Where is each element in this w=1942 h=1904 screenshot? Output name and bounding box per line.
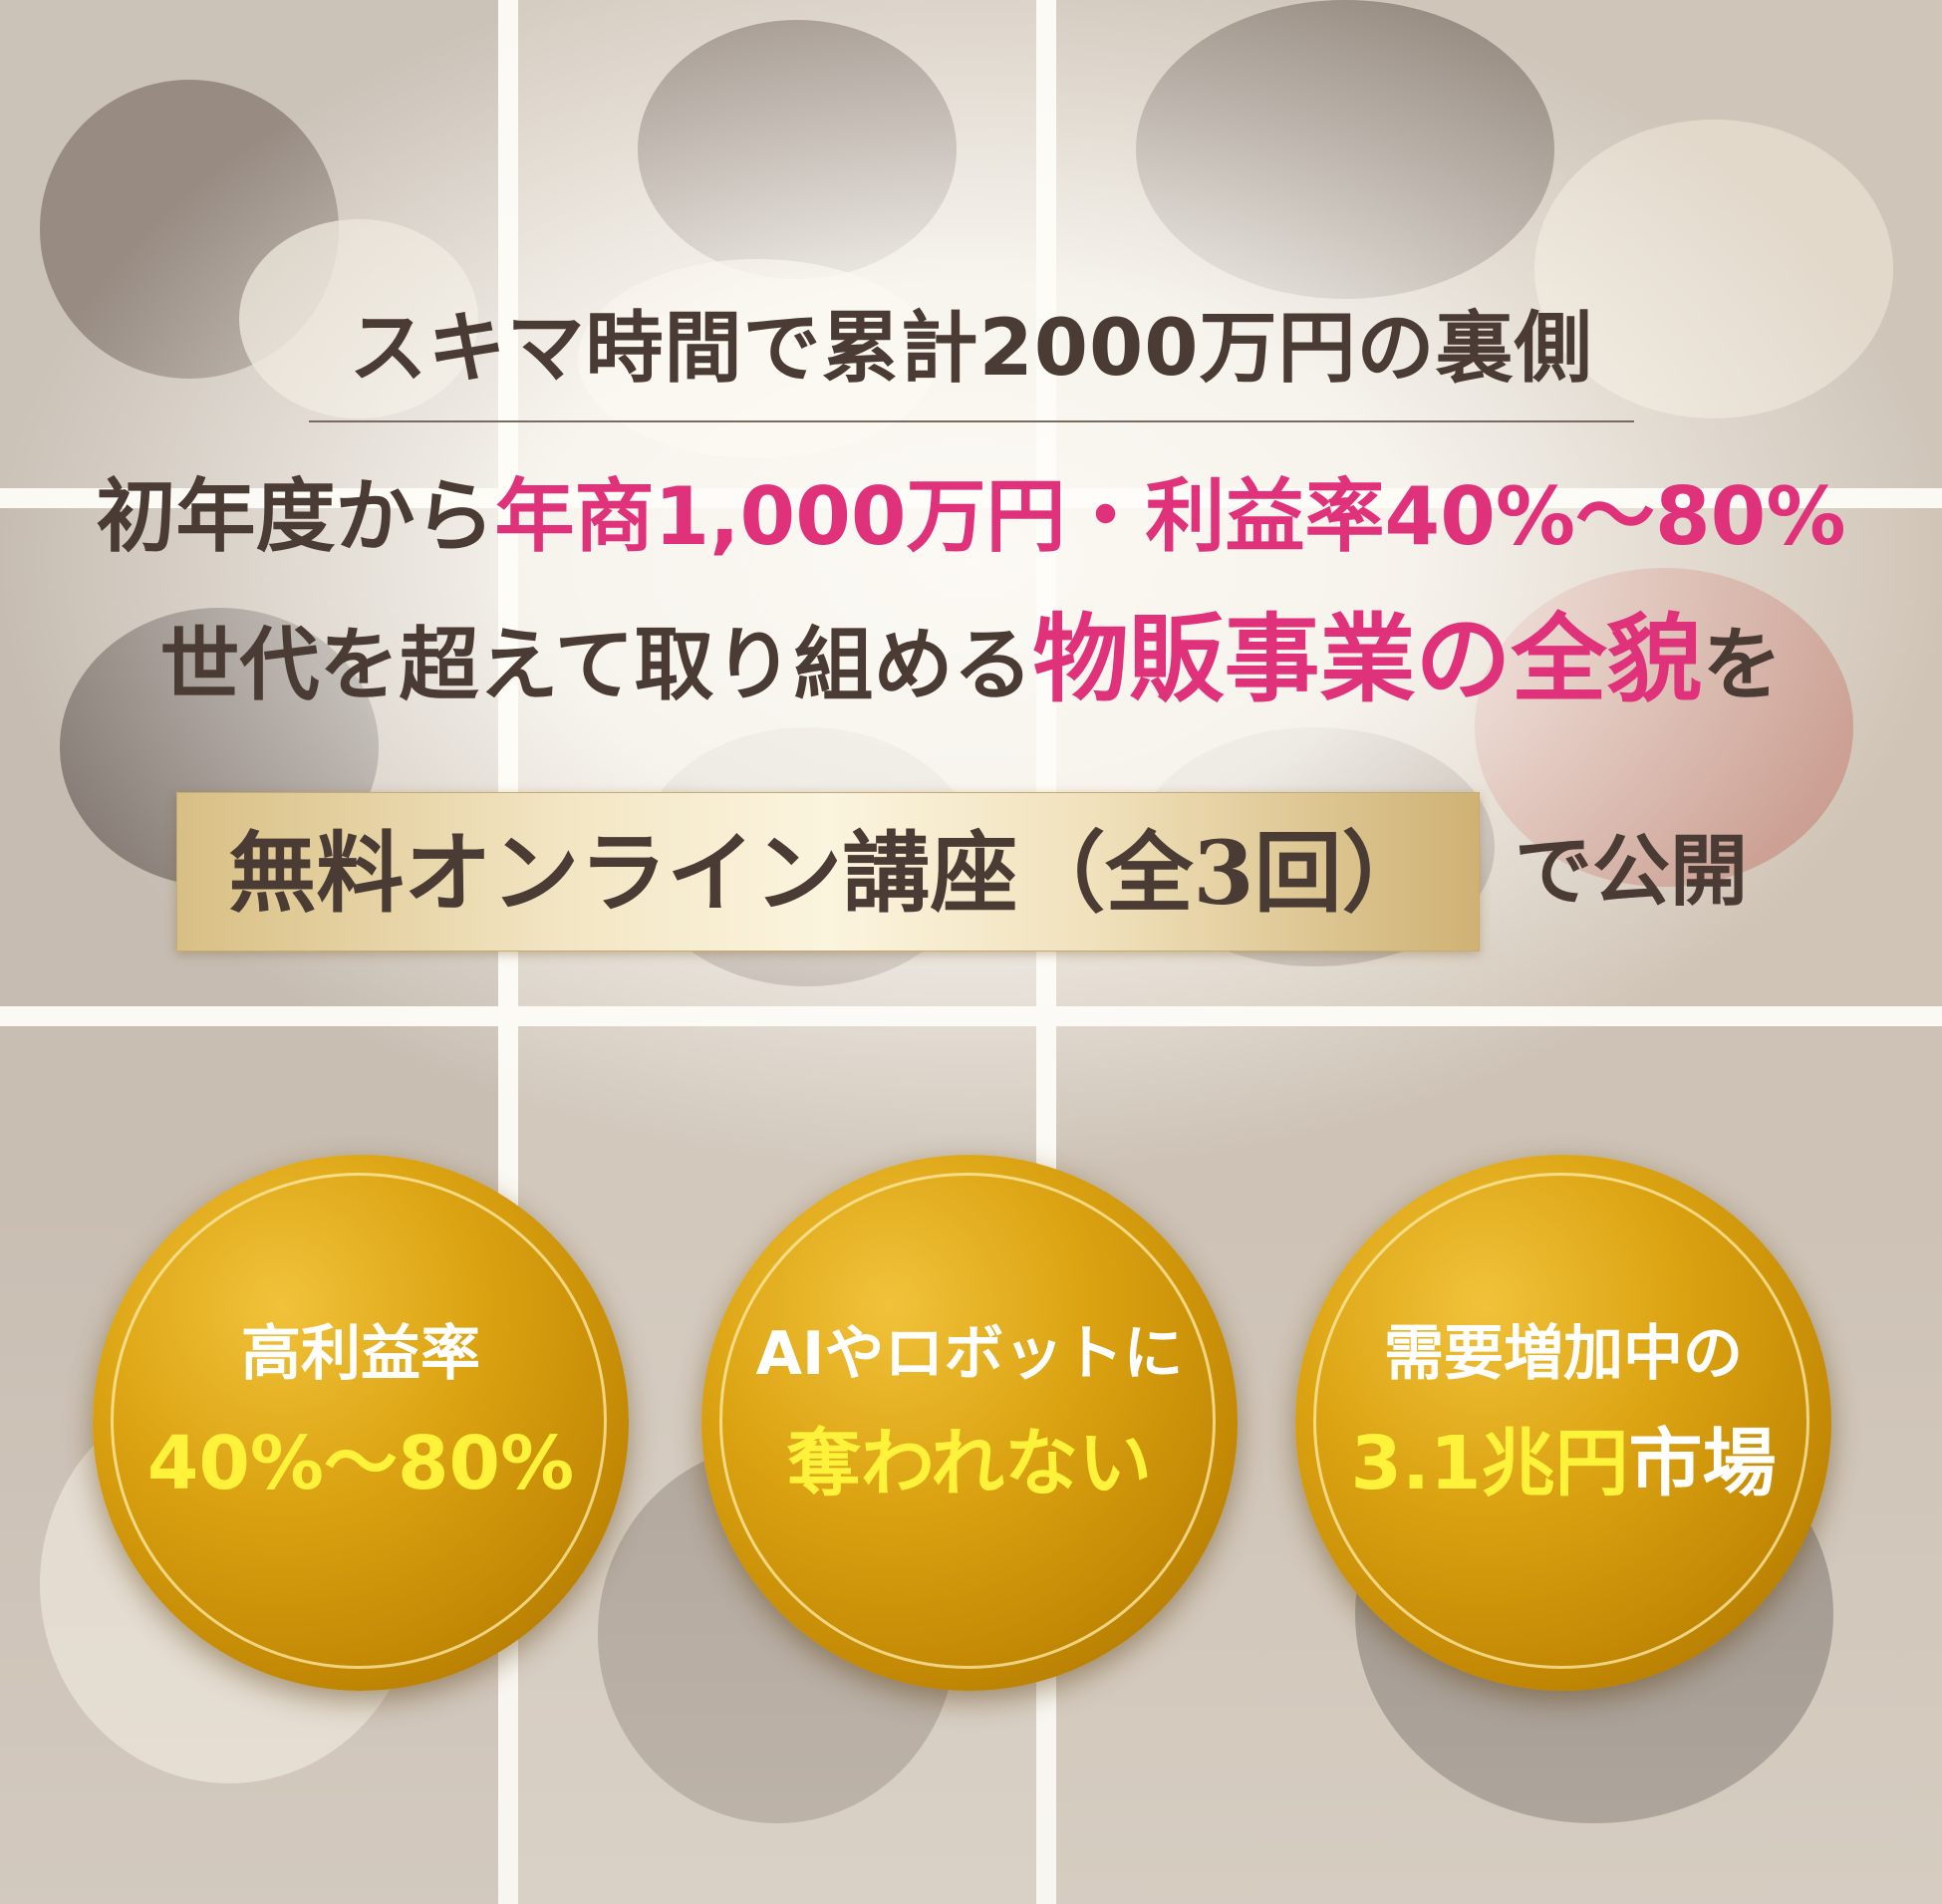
badge-high-profit: 高利益率 40%～80% bbox=[93, 1155, 629, 1691]
headline-block: スキマ時間で累計2000万円の裏側 初年度から年商1,000万円・利益率40%～… bbox=[0, 299, 1942, 725]
badge-bottom-rest: 市場 bbox=[1628, 1421, 1777, 1506]
course-label-text: 無料オンライン講座（全3回） bbox=[228, 821, 1430, 925]
course-label-box: 無料オンライン講座（全3回） bbox=[176, 792, 1480, 952]
badge-bottom-text: 3.1兆円市場 bbox=[1295, 1414, 1831, 1513]
badge-growing-market: 需要増加中の 3.1兆円市場 bbox=[1295, 1155, 1831, 1691]
badge-bottom-text: 奪われない bbox=[786, 1421, 1153, 1506]
headline-line-2-prefix: 初年度から bbox=[96, 470, 495, 563]
badge-top-text: 高利益率 bbox=[241, 1319, 480, 1389]
headline-line-2: 初年度から年商1,000万円・利益率40%～80% bbox=[0, 462, 1942, 572]
headline-line-3-suffix: を bbox=[1702, 619, 1783, 711]
badge-bottom-highlight: 3.1兆円 bbox=[1350, 1421, 1629, 1506]
badge-top-text: AIやロボットに bbox=[755, 1319, 1184, 1389]
headline-line-3: 世代を超えて取り組める物販事業の全貌を bbox=[0, 600, 1942, 725]
badge-bottom-text: 40%～80% bbox=[146, 1421, 575, 1506]
course-label-row: 無料オンライン講座（全3回） で公開 bbox=[0, 792, 1942, 952]
badge-ai-proof: AIやロボットに 奪われない bbox=[701, 1155, 1238, 1691]
course-label-suffix: で公開 bbox=[1515, 827, 1749, 917]
headline-line-3-highlight: 物販事業の全貌 bbox=[1032, 604, 1703, 715]
headline-line-3-prefix: 世代を超えて取り組める bbox=[159, 619, 1033, 711]
headline-divider bbox=[308, 420, 1634, 422]
headline-line-2-highlight: 年商1,000万円・利益率40%～80% bbox=[494, 470, 1846, 563]
badge-top-text: 需要増加中の bbox=[1384, 1319, 1743, 1389]
headline-title: スキマ時間で累計2000万円の裏側 bbox=[349, 304, 1593, 394]
